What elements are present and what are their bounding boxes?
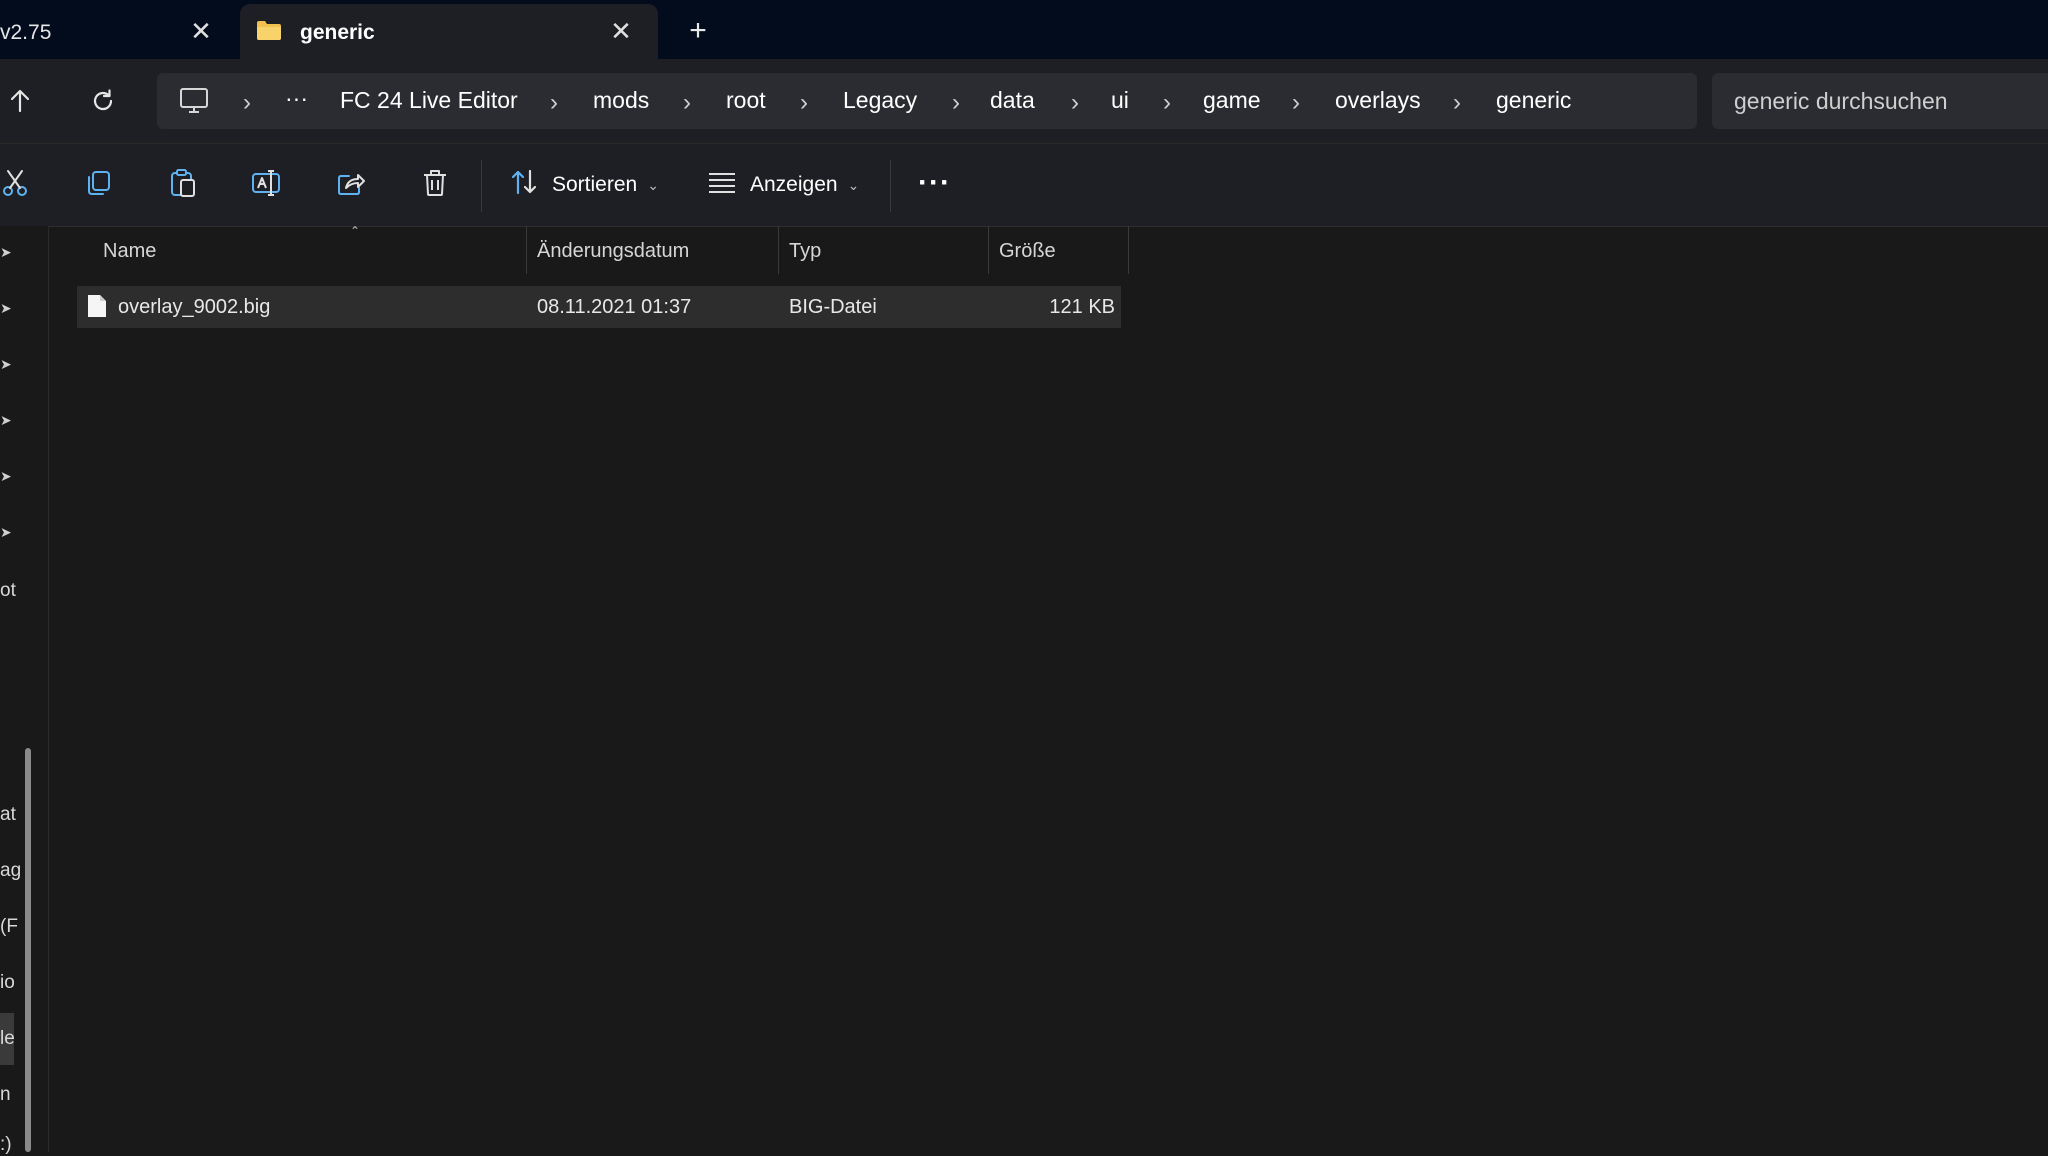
navigation-pane: ➤ ➤ ➤ ➤ ➤ ➤ ot at ag (F io le n :) <box>0 226 49 1155</box>
breadcrumb-item[interactable]: data <box>990 87 1035 114</box>
refresh-button[interactable] <box>83 83 123 123</box>
sort-icon <box>510 168 538 202</box>
column-divider[interactable] <box>1128 226 1129 274</box>
tab-title: v2.75 <box>0 21 52 44</box>
search-box[interactable] <box>1712 73 2048 129</box>
arrow-up-icon <box>7 88 33 119</box>
file-icon <box>87 294 107 323</box>
tab-previous[interactable]: v2.75 ✕ <box>0 4 236 59</box>
sort-ascending-icon: ⌃ <box>350 224 361 238</box>
breadcrumb-separator[interactable]: › <box>952 89 960 117</box>
more-options-button[interactable]: ··· <box>918 166 951 200</box>
share-icon <box>336 168 366 203</box>
pin-icon[interactable]: ➤ <box>0 468 12 484</box>
breadcrumb-item[interactable]: root <box>726 87 766 114</box>
sort-button[interactable]: Sortieren ⌄ <box>510 168 659 202</box>
sort-label: Sortieren <box>552 173 638 196</box>
breadcrumb-item-current[interactable]: generic <box>1496 87 1571 114</box>
nav-item[interactable]: :) <box>0 1134 12 1156</box>
column-header-type[interactable]: Typ <box>789 240 821 263</box>
chevron-down-icon: ⌄ <box>647 176 659 193</box>
breadcrumb-separator[interactable]: › <box>1453 89 1461 117</box>
breadcrumb-item[interactable]: mods <box>593 87 649 114</box>
breadcrumb-separator[interactable]: › <box>1292 89 1300 117</box>
tab-title: generic <box>300 21 375 44</box>
file-name[interactable]: overlay_9002.big <box>118 296 270 319</box>
tab-close-icon[interactable]: ✕ <box>188 18 214 44</box>
breadcrumb-separator[interactable]: › <box>800 89 808 117</box>
column-header-name[interactable]: Name <box>103 240 156 263</box>
address-bar[interactable]: › ··· FC 24 Live Editor › mods › root › … <box>157 73 1697 129</box>
nav-item[interactable]: io <box>0 972 15 994</box>
file-modified: 08.11.2021 01:37 <box>537 296 692 318</box>
nav-item[interactable]: ot <box>0 580 16 602</box>
new-tab-button[interactable]: + <box>683 16 713 46</box>
copy-icon <box>84 168 114 203</box>
rename-icon <box>251 168 283 203</box>
copy-button[interactable] <box>82 168 116 202</box>
breadcrumb-item[interactable]: ui <box>1111 87 1129 114</box>
pin-icon[interactable]: ➤ <box>0 300 12 316</box>
pin-icon[interactable]: ➤ <box>0 244 12 260</box>
breadcrumb-separator[interactable]: › <box>683 89 691 117</box>
chevron-down-icon: ⌄ <box>847 176 860 193</box>
nav-item[interactable]: at <box>0 804 16 826</box>
column-divider[interactable] <box>988 226 989 274</box>
breadcrumb-separator[interactable]: › <box>1163 89 1171 117</box>
title-bar: v2.75 ✕ generic ✕ + <box>0 0 2048 59</box>
tab-generic[interactable]: generic ✕ <box>240 4 658 59</box>
breadcrumb-item[interactable]: game <box>1203 87 1261 114</box>
trash-icon <box>420 168 450 203</box>
clipboard-icon <box>168 168 198 203</box>
folder-icon <box>256 19 282 47</box>
breadcrumb-separator[interactable]: › <box>550 89 558 117</box>
up-button[interactable] <box>0 83 40 123</box>
search-input[interactable] <box>1732 87 2046 116</box>
nav-item[interactable]: ag <box>0 860 21 882</box>
breadcrumb-separator[interactable]: › <box>243 89 251 117</box>
navigation-bar: › ··· FC 24 Live Editor › mods › root › … <box>0 59 2048 143</box>
delete-button[interactable] <box>418 168 452 202</box>
toolbar-divider <box>890 160 891 212</box>
scissors-icon <box>0 168 30 203</box>
file-list-header: ⌃ Name Änderungsdatum Typ Größe <box>48 224 1129 274</box>
column-header-size[interactable]: Größe <box>999 240 1056 263</box>
breadcrumb-item[interactable]: Legacy <box>843 87 917 114</box>
command-bar: Sortieren ⌄ Anzeigen ⌄ ··· <box>0 143 2048 227</box>
breadcrumb-overflow[interactable]: ··· <box>285 85 308 112</box>
pin-icon[interactable]: ➤ <box>0 524 12 540</box>
toolbar-divider <box>481 160 482 212</box>
view-list-icon <box>708 171 736 199</box>
file-row[interactable]: overlay_9002.big 08.11.2021 01:37 BIG-Da… <box>77 286 1121 328</box>
column-divider[interactable] <box>778 226 779 274</box>
column-header-modified[interactable]: Änderungsdatum <box>537 240 689 263</box>
cut-button[interactable] <box>0 168 32 202</box>
view-button[interactable]: Anzeigen ⌄ <box>708 168 859 202</box>
pin-icon[interactable]: ➤ <box>0 412 12 428</box>
file-size: 121 KB <box>1049 296 1115 318</box>
file-type: BIG-Datei <box>789 296 877 318</box>
breadcrumb-item[interactable]: overlays <box>1335 87 1421 114</box>
share-button[interactable] <box>334 168 368 202</box>
breadcrumb-item[interactable]: FC 24 Live Editor <box>340 87 518 114</box>
paste-button[interactable] <box>166 168 200 202</box>
column-divider[interactable] <box>526 226 527 274</box>
refresh-icon <box>90 88 116 119</box>
pin-icon[interactable]: ➤ <box>0 356 12 372</box>
nav-item[interactable]: n <box>0 1084 11 1106</box>
nav-item[interactable]: le <box>0 1028 15 1050</box>
rename-button[interactable] <box>250 168 284 202</box>
nav-item[interactable]: (F <box>0 916 18 938</box>
tab-close-icon[interactable]: ✕ <box>608 18 634 44</box>
breadcrumb-separator[interactable]: › <box>1071 89 1079 117</box>
view-label: Anzeigen <box>750 173 838 196</box>
this-pc-icon[interactable] <box>179 87 209 120</box>
navigation-pane-scrollbar[interactable] <box>25 748 31 1152</box>
